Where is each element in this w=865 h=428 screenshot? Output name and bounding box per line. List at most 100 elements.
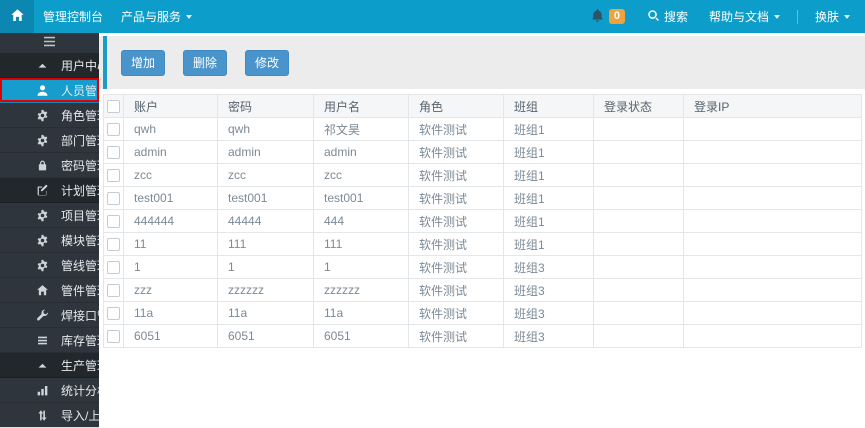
cell-login-ip (683, 301, 862, 325)
row-checkbox[interactable] (107, 145, 120, 159)
cell-password: qwh (217, 117, 314, 141)
cell-account: 444444 (123, 209, 218, 233)
column-header-team: 班组 (503, 94, 594, 118)
row-checkbox[interactable] (107, 329, 120, 343)
cell-login-ip (683, 324, 862, 348)
sidebar-item-module[interactable]: 模块管理 (0, 228, 109, 253)
cell-team: 班组3 (503, 255, 594, 279)
row-checkbox[interactable] (107, 168, 120, 182)
sidebar-item-import-upload[interactable]: 导入/上传 (0, 403, 112, 428)
row-checkbox-cell (103, 163, 124, 187)
row-checkbox-cell (103, 232, 124, 256)
cell-username: 6051 (313, 324, 409, 348)
cell-team: 班组1 (503, 117, 594, 141)
cell-team: 班组3 (503, 301, 594, 325)
sidebar-item-inventory[interactable]: 库存管理 (0, 328, 109, 353)
sidebar: 用户中心 人员管理 角色管理 部门管理 密码管理 计划管理 项目管理 模块管理 管线管理 管件管理… (0, 33, 121, 428)
main-content: 增加 删除 修改 账户 密码 用户名 角色 班组 登录状态 登录IP qwh qwh 祁文昊 软件… (99, 33, 865, 427)
row-checkbox-cell (103, 117, 124, 141)
sidebar-toggle-button[interactable] (0, 33, 99, 53)
sidebar-item-password[interactable]: 密码管理 (0, 153, 109, 178)
cell-account: zzz (123, 278, 218, 302)
sidebar-item-weld-joint[interactable]: 焊接口管理 (0, 303, 121, 328)
edit-icon (36, 184, 49, 197)
table-row: 11a 11a 11a 软件测试 班组3 (103, 301, 862, 325)
cell-role: 软件测试 (408, 117, 504, 141)
row-checkbox[interactable] (107, 214, 120, 228)
cell-account: 11 (123, 232, 218, 256)
row-checkbox-cell (103, 301, 124, 325)
cell-account: admin (123, 140, 218, 164)
search-button[interactable]: 搜索 (635, 8, 700, 25)
sidebar-item-department[interactable]: 部门管理 (0, 128, 109, 153)
cell-username: admin (313, 140, 409, 164)
cell-login-status (593, 186, 684, 210)
sidebar-item-production[interactable]: 生产管理 (0, 353, 109, 378)
select-all-checkbox[interactable] (107, 99, 120, 113)
help-docs-button[interactable]: 帮助与文档 (700, 8, 789, 25)
row-checkbox-cell (103, 278, 124, 302)
cell-login-ip (683, 209, 862, 233)
users-table: 账户 密码 用户名 角色 班组 登录状态 登录IP qwh qwh 祁文昊 软件测试 班组1 admi… (103, 94, 862, 348)
sidebar-item-pipeline[interactable]: 管线管理 (0, 253, 109, 278)
help-docs-label: 帮助与文档 (708, 10, 769, 24)
header-checkbox-cell (103, 94, 124, 118)
cell-password: admin (217, 140, 314, 164)
gear-icon (36, 134, 49, 147)
cell-login-ip (683, 117, 862, 141)
cell-team: 班组3 (503, 324, 594, 348)
add-button[interactable]: 增加 (121, 49, 166, 76)
cell-login-ip (683, 278, 862, 302)
sidebar-item-project[interactable]: 项目管理 (0, 203, 109, 228)
change-skin-button[interactable]: 换肤 (806, 8, 859, 25)
table-row: 444444 44444 444 软件测试 班组1 (103, 209, 862, 233)
cell-role: 软件测试 (408, 301, 504, 325)
notifications-button[interactable]: 0 (580, 8, 635, 26)
row-checkbox-cell (103, 140, 124, 164)
cell-team: 班组3 (503, 278, 594, 302)
cell-password: test001 (217, 186, 314, 210)
nav-products[interactable]: 产品与服务 (112, 0, 201, 33)
row-checkbox[interactable] (107, 122, 120, 136)
cell-username: 祁文昊 (313, 117, 409, 141)
cell-password: 1 (217, 255, 314, 279)
row-checkbox[interactable] (107, 306, 120, 320)
delete-button[interactable]: 删除 (183, 49, 228, 76)
column-header-username: 用户名 (313, 94, 409, 118)
cell-login-status (593, 324, 684, 348)
table-row: admin admin admin 软件测试 班组1 (103, 140, 862, 164)
row-checkbox[interactable] (107, 191, 120, 205)
sidebar-item-fitting[interactable]: 管件管理 (0, 278, 109, 303)
table-row: zcc zcc zcc 软件测试 班组1 (103, 163, 862, 187)
cell-login-status (593, 301, 684, 325)
hamburger-icon (43, 34, 56, 52)
chevron-down-icon (844, 14, 850, 19)
home-button[interactable] (0, 0, 34, 33)
row-checkbox[interactable] (107, 237, 120, 251)
sidebar-item-plan[interactable]: 计划管理 (0, 178, 109, 203)
search-icon (647, 9, 660, 25)
sidebar-item-personnel[interactable]: 人员管理 (0, 78, 109, 103)
gear-icon (36, 209, 49, 222)
cell-team: 班组1 (503, 163, 594, 187)
edit-button[interactable]: 修改 (245, 49, 290, 76)
cell-username: 444 (313, 209, 409, 233)
table-header-row: 账户 密码 用户名 角色 班组 登录状态 登录IP (103, 94, 862, 118)
sidebar-item-statistics[interactable]: 统计分析 (0, 378, 109, 403)
table-row: qwh qwh 祁文昊 软件测试 班组1 (103, 117, 862, 141)
gear-icon (36, 109, 49, 122)
sidebar-item-role[interactable]: 角色管理 (0, 103, 109, 128)
row-checkbox[interactable] (107, 283, 120, 297)
sidebar-item-user-center[interactable]: 用户中心 (0, 53, 109, 78)
cell-password: zzzzzz (217, 278, 314, 302)
column-header-login-ip: 登录IP (683, 94, 862, 118)
cell-password: 111 (217, 232, 314, 256)
cell-role: 软件测试 (408, 232, 504, 256)
row-checkbox[interactable] (107, 260, 120, 274)
cell-role: 软件测试 (408, 324, 504, 348)
chart-icon (36, 384, 49, 397)
cell-login-ip (683, 255, 862, 279)
nav-console[interactable]: 管理控制台 (34, 0, 112, 33)
cell-account: test001 (123, 186, 218, 210)
navbar-divider (796, 9, 798, 24)
